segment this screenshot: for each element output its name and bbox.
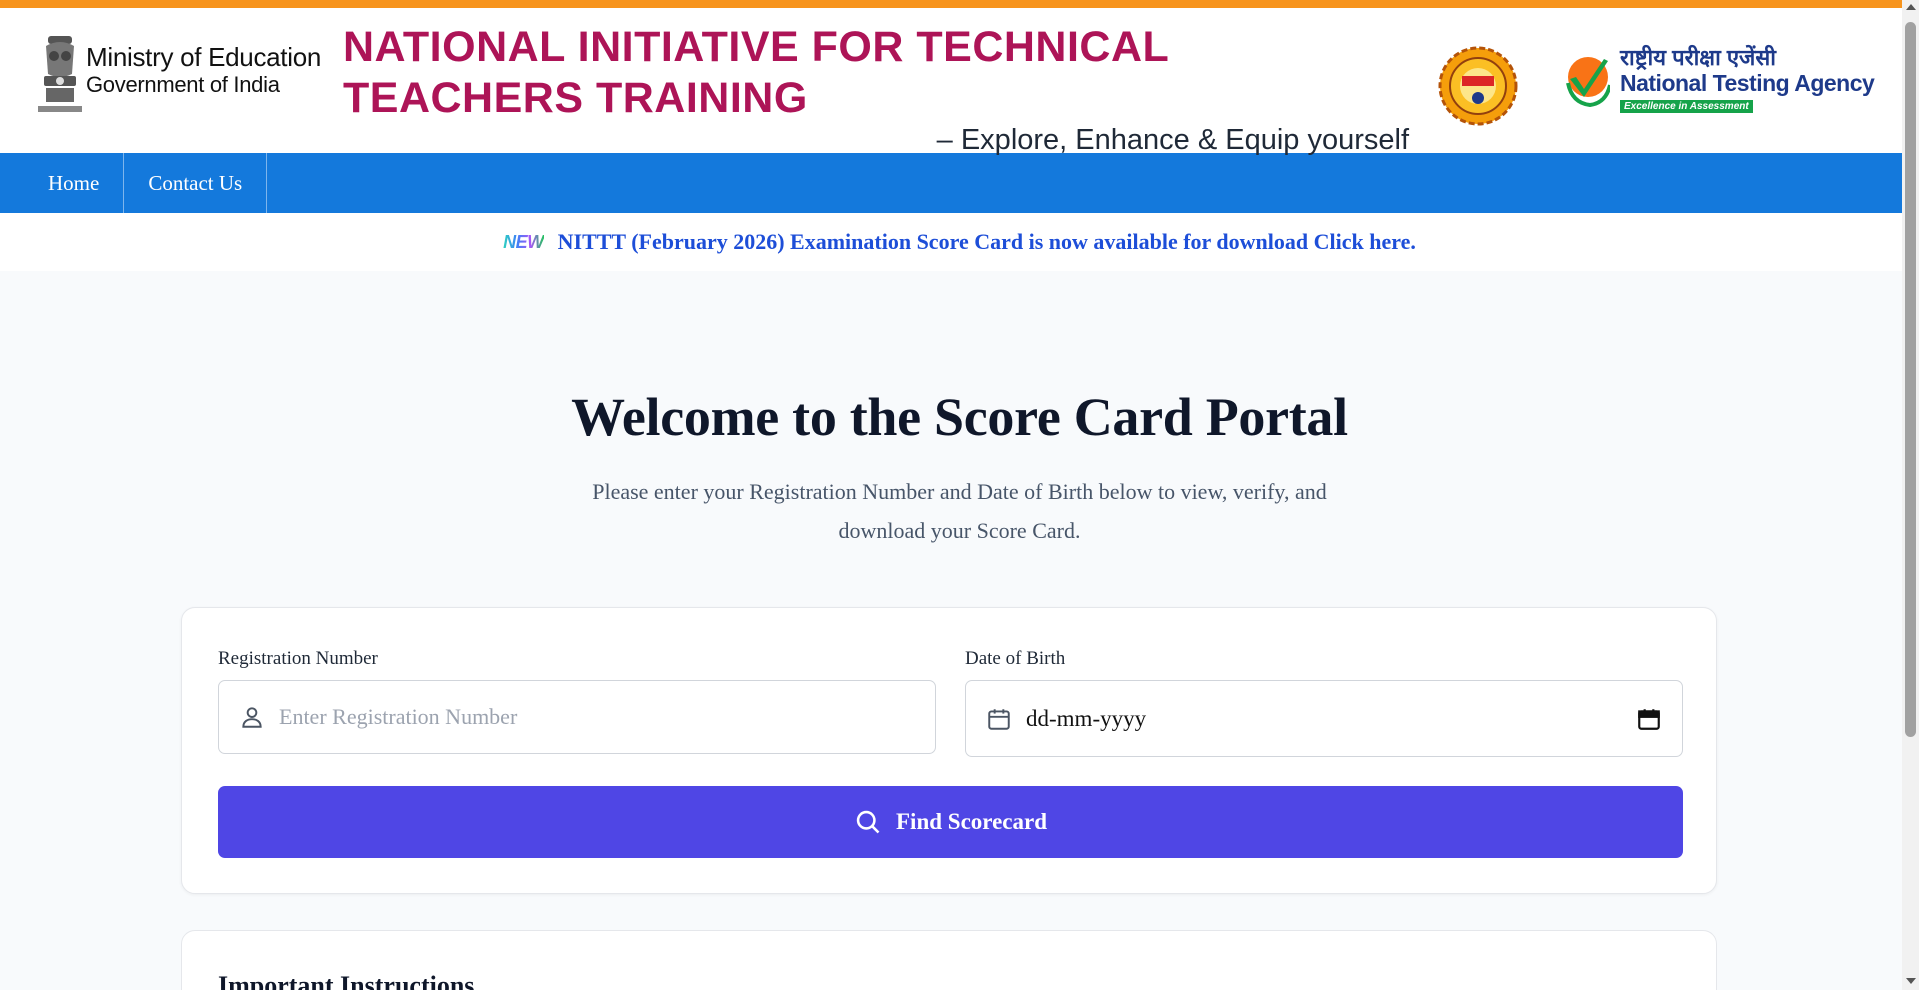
scorecard-form-card: Registration Number Date of Birth dd-mm-… bbox=[181, 607, 1717, 894]
instructions-card: Important Instructions bbox=[181, 930, 1717, 990]
nta-logo: राष्ट्रीय परीक्षा एजेंसी National Testin… bbox=[1566, 45, 1875, 114]
registration-field: Registration Number bbox=[218, 648, 936, 754]
nta-english-name: National Testing Agency bbox=[1620, 70, 1875, 96]
top-accent-bar bbox=[0, 0, 1919, 8]
scorecard-announcement-link[interactable]: NITTT (February 2026) Examination Score … bbox=[558, 229, 1416, 255]
national-emblem-icon bbox=[38, 36, 82, 112]
welcome-section: Welcome to the Score Card Portal Please … bbox=[0, 386, 1919, 550]
user-icon bbox=[242, 707, 262, 728]
find-scorecard-button[interactable]: Find Scorecard bbox=[218, 786, 1683, 858]
find-scorecard-label: Find Scorecard bbox=[896, 809, 1047, 834]
scroll-down-icon[interactable] bbox=[1906, 978, 1916, 984]
nta-tagline: Excellence in Assessment bbox=[1620, 100, 1753, 113]
dob-field: Date of Birth dd-mm-yyyy bbox=[965, 648, 1683, 757]
instructions-title: Important Instructions bbox=[218, 971, 475, 990]
ministry-name: Ministry of Education bbox=[86, 42, 322, 72]
page-subtitle: Please enter your Registration Number an… bbox=[592, 479, 1327, 543]
site-tagline: – Explore, Enhance & Equip yourself bbox=[936, 124, 1409, 156]
nta-check-icon bbox=[1566, 57, 1610, 107]
site-header: Ministry of Education Government of Indi… bbox=[0, 8, 1919, 156]
search-icon bbox=[856, 810, 880, 834]
registration-input[interactable] bbox=[279, 704, 915, 730]
dob-label: Date of Birth bbox=[965, 648, 1066, 669]
registration-label: Registration Number bbox=[218, 648, 378, 669]
calendar-icon bbox=[988, 708, 1010, 730]
nav-contact-us[interactable]: Contact Us bbox=[124, 153, 268, 213]
page-scrollbar[interactable] bbox=[1902, 0, 1919, 990]
scrollbar-thumb[interactable] bbox=[1905, 22, 1916, 737]
scroll-up-icon[interactable] bbox=[1906, 4, 1916, 10]
government-name: Government of India bbox=[86, 72, 280, 97]
page-title: Welcome to the Score Card Portal bbox=[571, 387, 1348, 447]
dob-value: dd-mm-yyyy bbox=[1026, 705, 1147, 731]
main-nav: Home Contact Us bbox=[0, 153, 1919, 213]
aicte-logo-icon bbox=[1438, 46, 1518, 126]
ministry-logo: Ministry of Education Government of Indi… bbox=[36, 30, 321, 118]
dob-input[interactable]: dd-mm-yyyy bbox=[965, 680, 1683, 757]
registration-input-wrapper[interactable] bbox=[218, 680, 936, 754]
date-picker-icon[interactable] bbox=[1636, 706, 1662, 732]
announcement-bar: NEW NITTT (February 2026) Examination Sc… bbox=[0, 213, 1919, 271]
nav-home[interactable]: Home bbox=[0, 153, 125, 213]
site-title: NATIONAL INITIATIVE FOR TECHNICAL TEACHE… bbox=[343, 23, 1169, 122]
nta-hindi-name: राष्ट्रीय परीक्षा एजेंसी bbox=[1620, 45, 1776, 70]
new-badge: NEW bbox=[503, 231, 544, 252]
